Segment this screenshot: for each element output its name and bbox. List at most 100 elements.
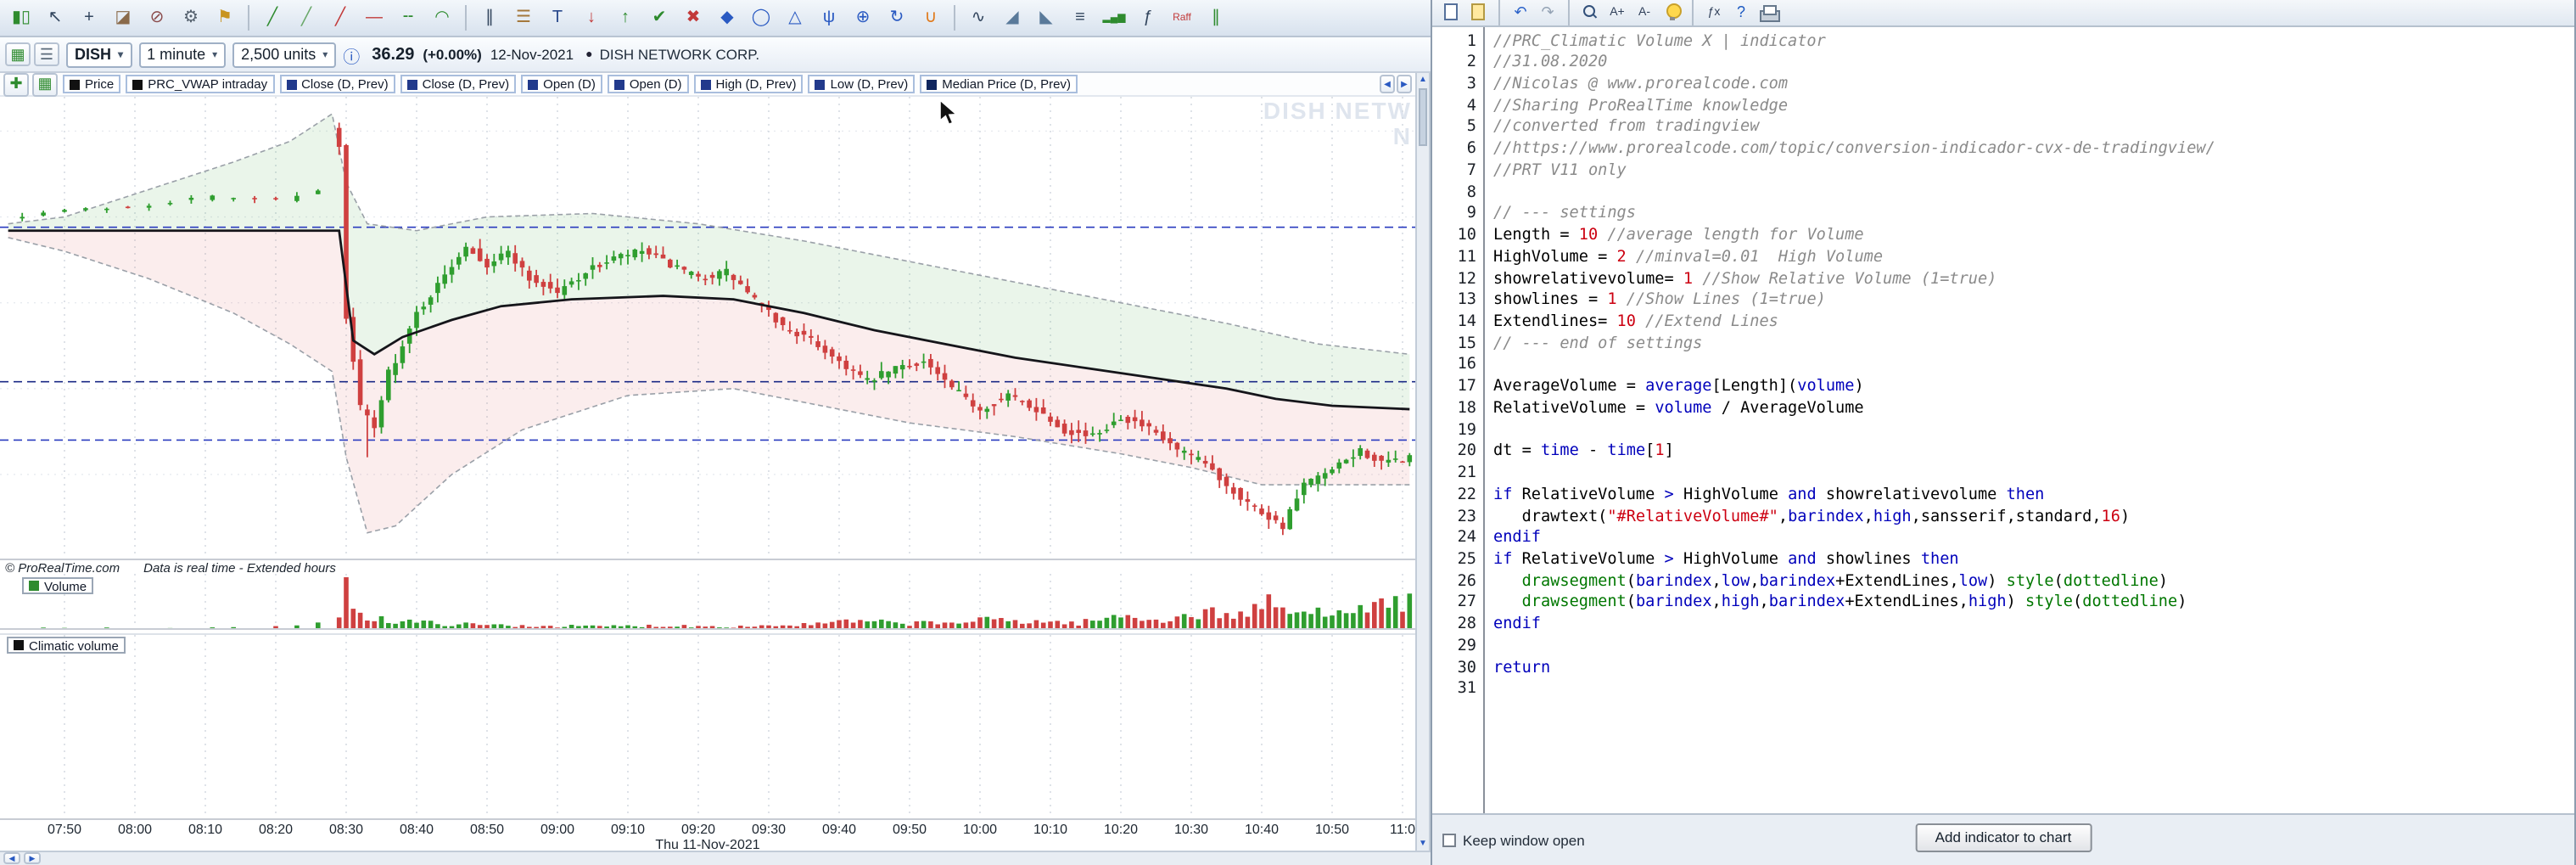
volume-chart-svg[interactable]	[0, 574, 1415, 630]
line-chart-tool[interactable]: ◣	[1030, 3, 1062, 33]
function-icon[interactable]: ƒx	[1702, 2, 1726, 24]
segment-tool[interactable]: ╱	[256, 3, 288, 33]
legend-item[interactable]: Low (D, Prev)	[808, 75, 916, 93]
price-chart-svg[interactable]	[0, 97, 1415, 560]
last-price: 36.29	[372, 45, 415, 64]
scroll-down-icon[interactable]: ▼	[1417, 837, 1429, 851]
indicator-tool[interactable]: ƒ	[1132, 3, 1164, 33]
area-chart-tool[interactable]: ◢	[996, 3, 1028, 33]
cross-tool[interactable]: ✖	[677, 3, 709, 33]
climatic-legend-chip[interactable]: Climatic volume	[7, 637, 126, 654]
ray-tool[interactable]: ╱	[290, 3, 322, 33]
pointer-tool[interactable]: ↖	[39, 3, 71, 33]
arc-tool[interactable]: ◠	[426, 3, 458, 33]
open-file-icon[interactable]	[1466, 2, 1490, 24]
ticker-icons: ▦ ☰	[5, 42, 59, 66]
delete-tool[interactable]: ⊘	[141, 3, 173, 33]
data-notice: Data is real time - Extended hours	[143, 559, 336, 575]
undo-icon[interactable]: ↶	[1509, 2, 1532, 24]
code-line: 20 dt = time - time[1]	[1439, 442, 1674, 463]
legend-item[interactable]: Close (D, Prev)	[279, 75, 395, 93]
volume-chart-tool[interactable]: ▂▄▆	[1098, 3, 1130, 33]
parallel-lines-tool[interactable]: ∥	[473, 3, 506, 33]
legend-scroll: ◀ ▶	[1380, 75, 1412, 93]
target-tool[interactable]: ⊕	[847, 3, 879, 33]
extended-line-tool[interactable]: ╱	[324, 3, 356, 33]
ticker-bar: ▦ ☰ DISH ▾ 1 minute ▾ 2,500 units ▾ ⓘ 36.…	[0, 37, 1431, 73]
eraser-tool[interactable]: ◪	[107, 3, 139, 33]
font-decrease-icon[interactable]: A-	[1632, 2, 1656, 24]
fibonacci-tool[interactable]: ☰	[507, 3, 540, 33]
candlestick-tool[interactable]: ▮▯	[5, 3, 37, 33]
vertical-scrollbar[interactable]: ▲ ▼	[1415, 73, 1431, 851]
code-area[interactable]: 1 //PRC_Climatic Volume X | indicator 2 //3…	[1432, 26, 2574, 812]
mini-chart-icon[interactable]: ▦	[5, 42, 31, 66]
legend-item[interactable]: High (D, Prev)	[693, 75, 804, 93]
code-text: dt = time - time[1]	[1493, 441, 1674, 461]
magnet-tool[interactable]: ∪	[915, 3, 947, 33]
raff-channel-tool[interactable]: Raff	[1166, 3, 1198, 33]
help-icon[interactable]: ?	[1729, 2, 1753, 24]
bottom-scrollbar[interactable]: ◀ ▶	[0, 851, 1431, 865]
add-indicator-to-chart-button[interactable]: Add indicator to chart	[1914, 823, 2092, 851]
legend-item[interactable]: Median Price (D, Prev)	[920, 75, 1078, 93]
legend-item[interactable]: Open (D)	[607, 75, 689, 93]
print-icon[interactable]	[1756, 2, 1780, 24]
hint-icon[interactable]	[1660, 2, 1683, 24]
keep-window-open-checkbox[interactable]	[1442, 833, 1456, 846]
code-text: //PRC_Climatic Volume X | indicator	[1493, 31, 1826, 50]
company-label: DISH NETWORK CORP.	[599, 46, 760, 63]
scrollbar-thumb[interactable]	[1419, 88, 1427, 146]
chart-display-icon[interactable]: ▦	[32, 72, 58, 96]
legend-scroll-right-icon[interactable]: ▶	[1397, 75, 1412, 93]
watchlist-icon[interactable]: ☰	[34, 42, 59, 66]
pan-left-icon[interactable]: ◀	[3, 852, 20, 865]
indicator-editor-window: ↶ ↷ A+ A-ƒx? 1 //PRC_Climatic Volume X | ind…	[1431, 0, 2576, 865]
line-number: 19	[1457, 420, 1476, 440]
legend-item[interactable]: PRC_VWAP intraday	[126, 75, 275, 93]
font-increase-icon[interactable]: A+	[1605, 2, 1629, 24]
ellipse-tool[interactable]: ◯	[745, 3, 777, 33]
pan-right-icon[interactable]: ▶	[24, 852, 41, 865]
triangle-tool[interactable]: △	[779, 3, 811, 33]
channel-tool[interactable]: ∥	[1200, 3, 1232, 33]
code-text: showlines = 1 //Show Lines (1=true)	[1493, 290, 1826, 310]
x-axis-tick: 08:30	[328, 822, 364, 837]
symbol-selector[interactable]: DISH ▾	[66, 42, 132, 67]
volume-pane[interactable]: Volume	[0, 574, 1415, 630]
info-icon[interactable]: ⓘ	[343, 42, 360, 67]
climatic-volume-pane[interactable]: Climatic volume	[0, 633, 1415, 820]
units-selector[interactable]: 2,500 units ▾	[232, 42, 337, 67]
rotation-tool[interactable]: ↻	[881, 3, 913, 33]
code-line: 27 drawsegment(barindex,high,barindex+Ex…	[1439, 593, 2187, 615]
dashed-line-tool[interactable]: ╌	[392, 3, 424, 33]
text-tool[interactable]: T	[541, 3, 574, 33]
volume-legend-chip[interactable]: Volume	[22, 577, 94, 594]
climatic-chart-svg[interactable]	[0, 635, 1415, 820]
arrow-down-tool[interactable]: ↓	[575, 3, 608, 33]
add-indicator-icon[interactable]: ✚	[3, 72, 29, 96]
x-axis-tick: 08:00	[117, 822, 153, 837]
legend-item[interactable]: Open (D)	[521, 75, 602, 93]
legend-item[interactable]: Price	[63, 75, 121, 93]
arrow-up-tool[interactable]: ↑	[609, 3, 641, 33]
legend-scroll-left-icon[interactable]: ◀	[1380, 75, 1395, 93]
new-file-icon[interactable]	[1439, 2, 1463, 24]
settings-tool[interactable]: ⚙	[175, 3, 207, 33]
search-icon[interactable]	[1578, 2, 1602, 24]
bars-chart-tool[interactable]: ≡	[1064, 3, 1096, 33]
legend-item[interactable]: Close (D, Prev)	[400, 75, 517, 93]
zigzag-tool[interactable]: ∿	[962, 3, 994, 33]
scroll-up-icon[interactable]: ▲	[1417, 73, 1429, 87]
flag-tool[interactable]: ⚑	[209, 3, 241, 33]
check-tool[interactable]: ✔	[643, 3, 675, 33]
pitchfork-tool[interactable]: ψ	[813, 3, 845, 33]
crosshair-tool[interactable]: +	[73, 3, 105, 33]
redo-icon[interactable]: ↷	[1536, 2, 1560, 24]
line-number: 16	[1457, 355, 1476, 374]
polygon-tool[interactable]: ◆	[711, 3, 743, 33]
price-pane[interactable]: DISH NETW N	[0, 97, 1415, 560]
timeframe-selector[interactable]: 1 minute ▾	[138, 42, 227, 67]
horizontal-line-tool[interactable]: —	[358, 3, 390, 33]
keep-window-open-option[interactable]: Keep window open	[1442, 831, 1585, 848]
